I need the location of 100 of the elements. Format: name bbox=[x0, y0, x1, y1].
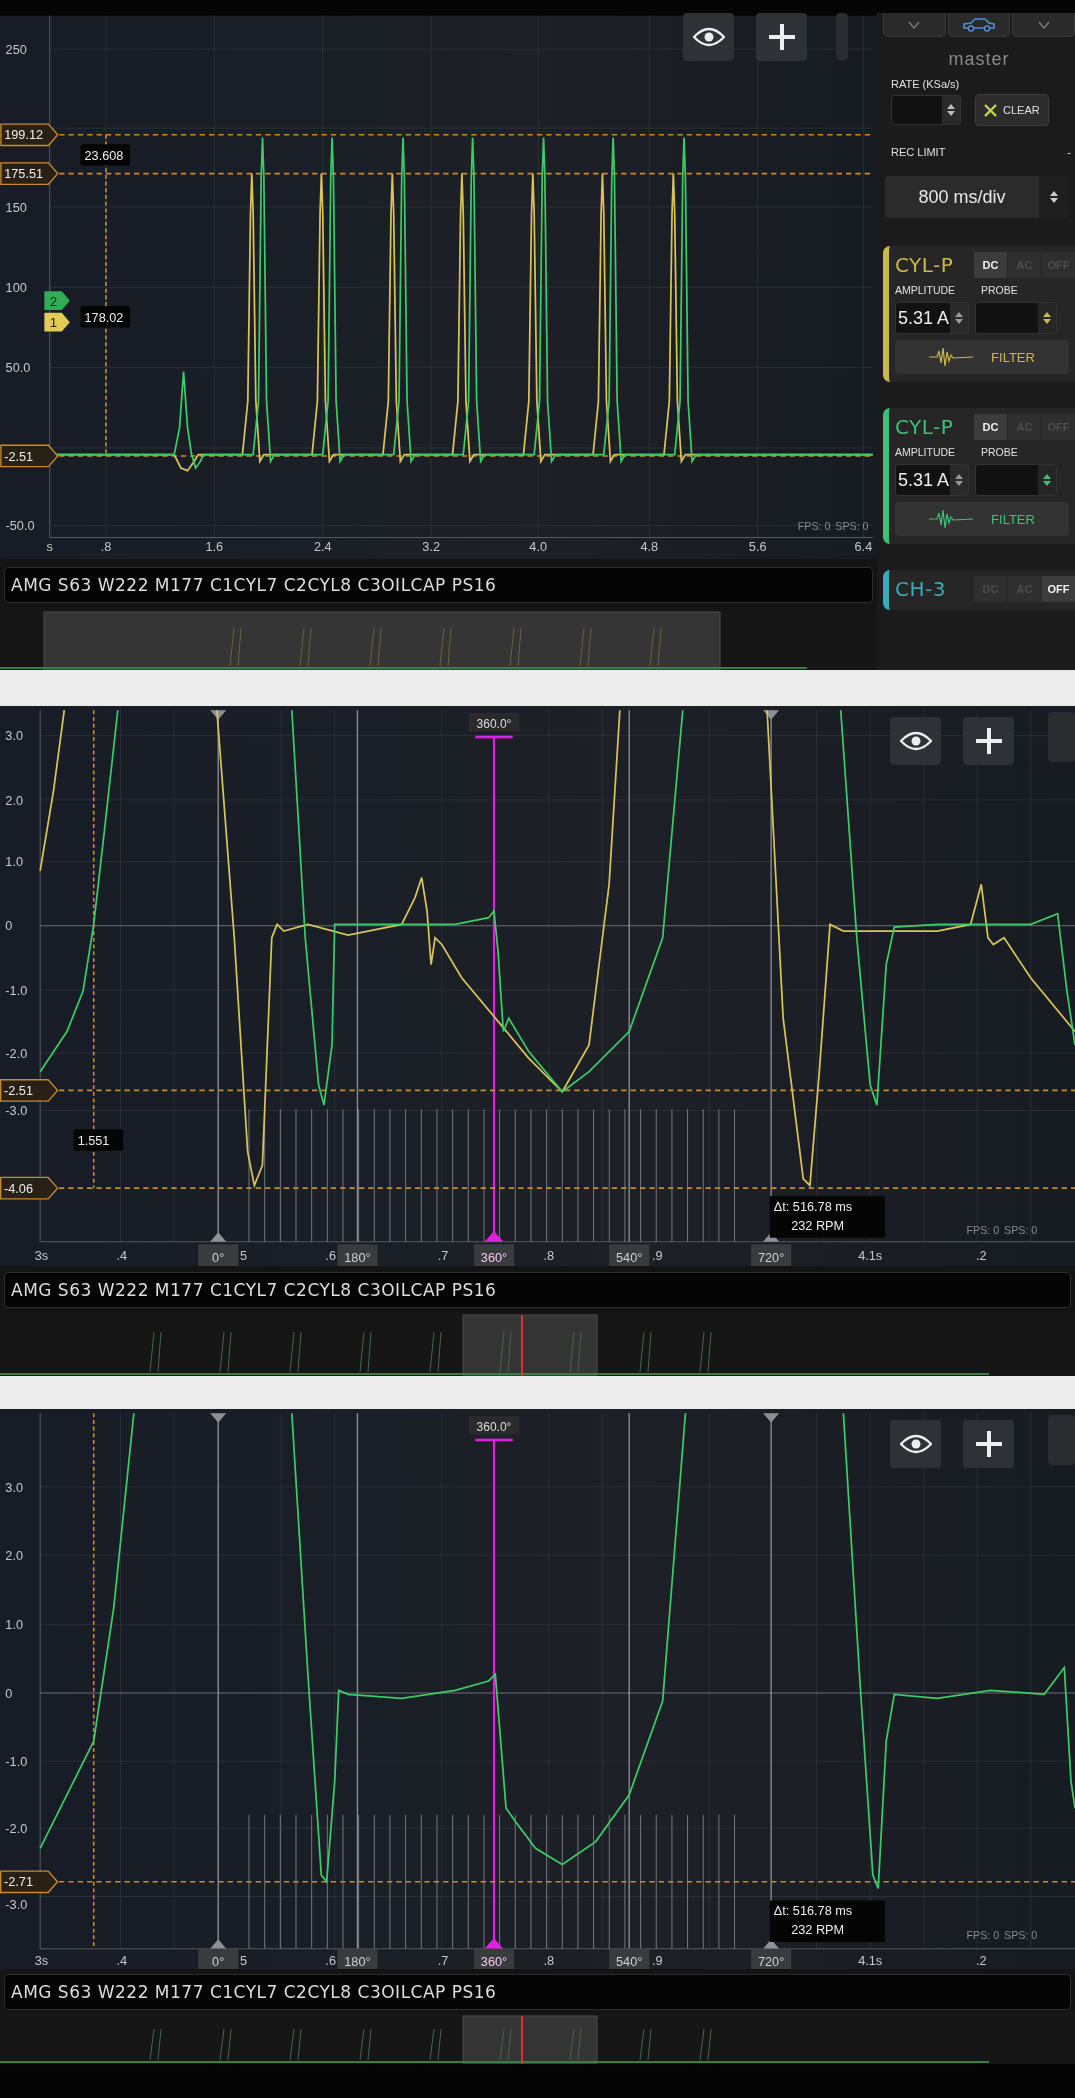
level-cursor-tag[interactable]: -4.06 bbox=[0, 1176, 59, 1200]
fps-counter: FPS: 0 bbox=[966, 1929, 1000, 1942]
axis-label: 2.4 bbox=[313, 538, 332, 554]
phase-cursor[interactable] bbox=[475, 1438, 513, 1949]
add-button[interactable] bbox=[756, 13, 807, 61]
axis-label: .8 bbox=[543, 1952, 555, 1968]
angle-marker: 0° bbox=[198, 1244, 239, 1266]
angle-marker: 360° bbox=[473, 1948, 515, 1969]
cursor-line[interactable] bbox=[58, 1187, 1075, 1189]
chevron-icon bbox=[908, 20, 921, 29]
cursor-label: 360.0° bbox=[468, 1415, 520, 1435]
recording-title: AMG S63 W222 M177 C1CYL7 C2CYL8 C3OILCAP PS16 bbox=[4, 566, 873, 603]
amplitude-field[interactable]: 5.31 A bbox=[895, 464, 969, 496]
angle-marker: 180° bbox=[337, 1244, 378, 1266]
spinner-icon bbox=[955, 311, 963, 325]
recording-title: AMG S63 W222 M177 C1CYL7 C2CYL8 C3OILCAP PS16 bbox=[4, 1973, 1071, 2010]
angle-marker: 540° bbox=[609, 1948, 650, 1969]
level-cursor-tag[interactable]: -2.71 bbox=[0, 1870, 59, 1894]
channel-marker[interactable]: 2 bbox=[44, 291, 70, 311]
delta-time: Δt: 516.78 ms bbox=[773, 1198, 853, 1214]
eye-icon bbox=[899, 731, 932, 751]
car-icon bbox=[962, 17, 996, 32]
amplitude-field[interactable]: 5.31 A bbox=[895, 302, 969, 334]
overview-window[interactable] bbox=[43, 611, 721, 670]
visibility-button[interactable] bbox=[890, 717, 941, 765]
axis-label: .7 bbox=[437, 1952, 449, 1968]
axis-label: 2.0 bbox=[5, 792, 24, 808]
filter-button[interactable]: FILTER bbox=[895, 340, 1069, 374]
level-cursor-tag[interactable]: 175.51 bbox=[0, 162, 59, 185]
cursor-line[interactable] bbox=[58, 1880, 1075, 1883]
coupling-button[interactable]: OFF bbox=[1042, 576, 1075, 602]
add-button[interactable] bbox=[963, 1420, 1014, 1468]
phase-cursor[interactable] bbox=[475, 735, 513, 1242]
time-cursor[interactable] bbox=[356, 1412, 359, 1950]
axis-label: .6 bbox=[325, 1952, 336, 1968]
axis-label: -1.0 bbox=[5, 1754, 28, 1769]
angle-marker: 720° bbox=[751, 1244, 792, 1266]
cursor-readout: 178.02 bbox=[80, 306, 131, 328]
add-button[interactable] bbox=[963, 717, 1014, 765]
axis-label: .6 bbox=[325, 1248, 336, 1264]
axis-label: 250 bbox=[5, 41, 27, 57]
eye-icon bbox=[692, 27, 725, 47]
level-cursor-tag[interactable]: 199.12 bbox=[0, 123, 59, 147]
channel-marker[interactable]: 1 bbox=[44, 312, 70, 332]
clear-button[interactable]: CLEAR bbox=[975, 94, 1049, 126]
chevron-icon bbox=[1037, 20, 1050, 29]
cursor-readout: 1.551 bbox=[73, 1129, 124, 1151]
rec-limit-value: - bbox=[1067, 146, 1071, 158]
axis-label: 0 bbox=[5, 918, 13, 934]
axis-label: 3s bbox=[34, 1952, 49, 1968]
side-handle[interactable] bbox=[836, 13, 848, 60]
visibility-button[interactable] bbox=[683, 13, 734, 61]
axis-label: 2.0 bbox=[5, 1547, 24, 1563]
x-icon bbox=[984, 103, 997, 117]
level-cursor-tag[interactable]: -2.51 bbox=[0, 444, 59, 468]
playhead-marker[interactable] bbox=[521, 1315, 523, 1376]
coupling-button[interactable]: DC bbox=[974, 252, 1007, 278]
axis-label: -2.0 bbox=[5, 1045, 28, 1061]
timebase-dropdown[interactable]: 800 ms/div bbox=[885, 176, 1069, 218]
mode-button[interactable] bbox=[947, 13, 1011, 37]
sps-counter: SPS: 0 bbox=[835, 519, 869, 532]
angle-marker: 180° bbox=[337, 1948, 378, 1969]
axis-label: 0 bbox=[5, 1685, 13, 1701]
axis-label: -3.0 bbox=[5, 1103, 28, 1119]
axis-label: 4.1s bbox=[858, 1248, 883, 1264]
probe-field[interactable] bbox=[975, 464, 1057, 496]
time-cursor[interactable] bbox=[210, 709, 227, 1243]
field-label: PROBE bbox=[981, 284, 1018, 296]
rate-field[interactable] bbox=[891, 95, 961, 125]
axis-label: 3.2 bbox=[422, 538, 440, 554]
axis-label: -2.0 bbox=[5, 1820, 28, 1836]
axis-label: 4.1s bbox=[858, 1952, 883, 1968]
axis-label: -1.0 bbox=[5, 982, 28, 998]
field-label: PROBE bbox=[981, 446, 1018, 458]
axis-label: 4.8 bbox=[640, 538, 659, 554]
coupling-button[interactable]: DC bbox=[974, 414, 1007, 440]
field-label: AMPLITUDE bbox=[895, 284, 957, 296]
angle-marker: 540° bbox=[609, 1244, 650, 1266]
time-cursor[interactable] bbox=[356, 709, 359, 1243]
spinner-icon bbox=[1043, 311, 1051, 325]
spinner-icon bbox=[1043, 473, 1051, 487]
level-cursor-tag[interactable]: -2.51 bbox=[0, 1079, 59, 1102]
playhead-marker[interactable] bbox=[521, 2016, 523, 2064]
probe-field[interactable] bbox=[975, 302, 1057, 334]
filter-button[interactable]: FILTER bbox=[895, 502, 1069, 536]
cursor-line[interactable] bbox=[58, 1089, 1075, 1092]
channel-name: CYL-P bbox=[895, 253, 954, 277]
axis-label: .4 bbox=[116, 1248, 128, 1264]
channel-name: CH-3 bbox=[895, 577, 946, 601]
axis-label: .8 bbox=[100, 538, 112, 554]
waveform-icon bbox=[929, 509, 974, 529]
angle-marker: 360° bbox=[473, 1244, 515, 1266]
sps-counter: SPS: 0 bbox=[1004, 1929, 1038, 1942]
angle-marker: 0° bbox=[198, 1948, 239, 1969]
axis-label: 150 bbox=[5, 199, 27, 215]
visibility-button[interactable] bbox=[890, 1420, 941, 1468]
axis-label: .4 bbox=[116, 1952, 128, 1968]
axis-label: 5 bbox=[240, 1952, 248, 1968]
master-label: master bbox=[948, 49, 1010, 70]
cursor-readout: 23.608 bbox=[80, 144, 131, 166]
